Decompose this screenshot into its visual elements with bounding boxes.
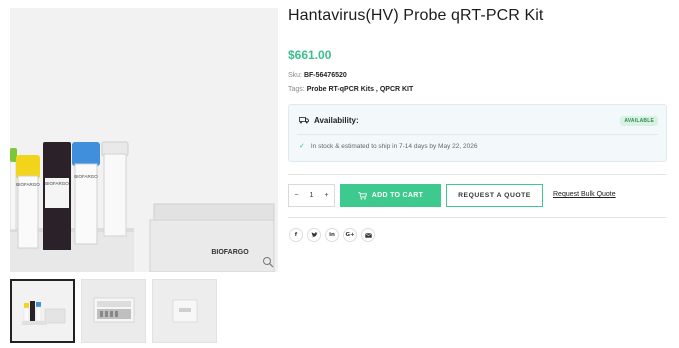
zoom-icon[interactable] bbox=[262, 256, 274, 268]
tag-link[interactable]: Probe RT-qPCR Kits bbox=[307, 86, 374, 93]
thumbnail-3[interactable] bbox=[152, 279, 217, 343]
available-badge: AVAILABLE bbox=[620, 116, 658, 126]
share-icons: f in G+ bbox=[289, 228, 375, 242]
tube-label-2: BIOFARGO bbox=[45, 181, 69, 186]
kit-photo: BIOFARGO BIOFARGO BIOFARGO BIOFARGO bbox=[10, 8, 278, 272]
box-label: BIOFARGO bbox=[211, 249, 249, 256]
quantity-input[interactable]: 1 bbox=[304, 192, 319, 199]
sku-row: Sku: BF-56476520 bbox=[288, 72, 347, 79]
email-icon[interactable] bbox=[361, 228, 375, 242]
product-main-image[interactable]: BIOFARGO BIOFARGO BIOFARGO BIOFARGO bbox=[10, 8, 278, 272]
yellow-cap bbox=[16, 155, 40, 179]
sku-label: Sku: bbox=[288, 72, 303, 79]
availability-box: Availability: AVAILABLE ✓ In stock & est… bbox=[288, 104, 667, 162]
sku-value: BF-56476520 bbox=[303, 72, 347, 79]
divider bbox=[297, 134, 658, 135]
quantity-increase-button[interactable]: + bbox=[319, 192, 334, 199]
product-price: $661.00 bbox=[288, 48, 332, 62]
request-bulk-quote-link[interactable]: Request Bulk Quote bbox=[553, 191, 616, 198]
thumb-kit-box-open bbox=[82, 280, 145, 342]
thumb-kit-box-closed bbox=[153, 280, 216, 342]
tag-link[interactable]: QPCR KIT bbox=[380, 86, 413, 93]
breadcrumb bbox=[10, 0, 65, 13]
thumb-kit-tubes bbox=[12, 281, 73, 341]
cart-icon bbox=[358, 191, 367, 200]
availability-message-text: In stock & estimated to ship in 7-14 day… bbox=[310, 142, 478, 150]
availability-heading-text: Availability: bbox=[314, 116, 359, 125]
facebook-icon[interactable]: f bbox=[289, 228, 303, 242]
check-icon: ✓ bbox=[299, 143, 305, 150]
thumbnail-strip bbox=[10, 279, 217, 343]
divider bbox=[288, 217, 667, 218]
divider bbox=[288, 174, 667, 175]
tube-label-3: BIOFARGO bbox=[74, 174, 98, 179]
twitter-icon[interactable] bbox=[307, 228, 321, 242]
linkedin-icon[interactable]: in bbox=[325, 228, 339, 242]
add-to-cart-button[interactable]: ADD TO CART bbox=[340, 184, 441, 207]
quantity-decrease-button[interactable]: − bbox=[289, 192, 304, 199]
availability-heading: Availability: bbox=[299, 116, 359, 125]
thumbnail-1[interactable] bbox=[10, 279, 75, 343]
request-quote-button[interactable]: REQUEST A QUOTE bbox=[446, 184, 543, 207]
tags-row: Tags: Probe RT-qPCR Kits , QPCR KIT bbox=[288, 86, 413, 93]
availability-message: ✓ In stock & estimated to ship in 7-14 d… bbox=[299, 142, 478, 151]
add-to-cart-label: ADD TO CART bbox=[371, 192, 424, 199]
tags-label: Tags: bbox=[288, 86, 305, 93]
truck-icon bbox=[299, 117, 309, 124]
quantity-stepper: − 1 + bbox=[288, 184, 335, 207]
thumbnail-2[interactable] bbox=[81, 279, 146, 343]
tube-label-1: BIOFARGO bbox=[16, 182, 40, 187]
product-title: Hantavirus(HV) Probe qRT-PCR Kit bbox=[288, 7, 544, 24]
google-plus-icon[interactable]: G+ bbox=[343, 228, 357, 242]
